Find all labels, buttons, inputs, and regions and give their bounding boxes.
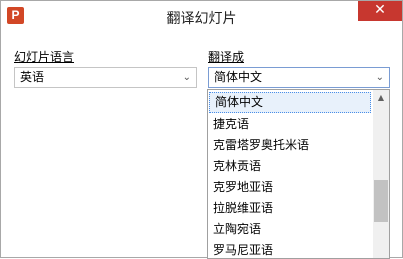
close-icon: ✕ (374, 2, 386, 18)
slide-language-select[interactable]: 英语 ⌄ (14, 67, 197, 88)
dropdown-option[interactable]: 捷克语 (208, 114, 373, 135)
dropdown-option[interactable]: 罗马尼亚语 (208, 240, 373, 258)
dropdown-option[interactable]: 简体中文 (209, 92, 371, 113)
slide-language-value: 英语 (20, 70, 45, 84)
scroll-up-arrow-icon[interactable]: ▲ (373, 90, 389, 106)
dropdown-option[interactable]: 克雷塔罗奥托米语 (208, 135, 373, 156)
slide-language-label-text: 幻灯片语言 (14, 50, 75, 64)
dropdown-option[interactable]: 克林贡语 (208, 156, 373, 177)
translate-to-label-text: 翻译成 (208, 50, 245, 64)
dropdown-option[interactable]: 立陶宛语 (208, 219, 373, 240)
chevron-down-icon: ⌄ (375, 72, 384, 83)
title-bar: P 翻译幻灯片 ✕ (1, 1, 402, 33)
translate-to-dropdown-list[interactable]: 简体中文 捷克语 克雷塔罗奥托米语 克林贡语 克罗地亚语 拉脱维亚语 立陶宛语 … (207, 89, 390, 259)
translate-to-value: 简体中文 (214, 70, 263, 84)
dialog-title: 翻译幻灯片 (166, 11, 237, 27)
dropdown-scrollbar[interactable]: ▲ (373, 90, 389, 258)
close-button[interactable]: ✕ (358, 1, 402, 21)
translate-slides-dialog: P 翻译幻灯片 ✕ 幻灯片语言 英语 ⌄ 翻译成 简体中文 ⌄ 简体中文 捷克语… (0, 0, 403, 259)
translate-to-label: 翻译成 (208, 48, 244, 65)
dropdown-option[interactable]: 拉脱维亚语 (208, 198, 373, 219)
chevron-down-icon: ⌄ (182, 72, 191, 83)
translate-to-select[interactable]: 简体中文 ⌄ (208, 67, 390, 88)
slide-language-label: 幻灯片语言 (14, 48, 74, 65)
dropdown-option[interactable]: 克罗地亚语 (208, 177, 373, 198)
scrollbar-thumb[interactable] (374, 180, 388, 222)
